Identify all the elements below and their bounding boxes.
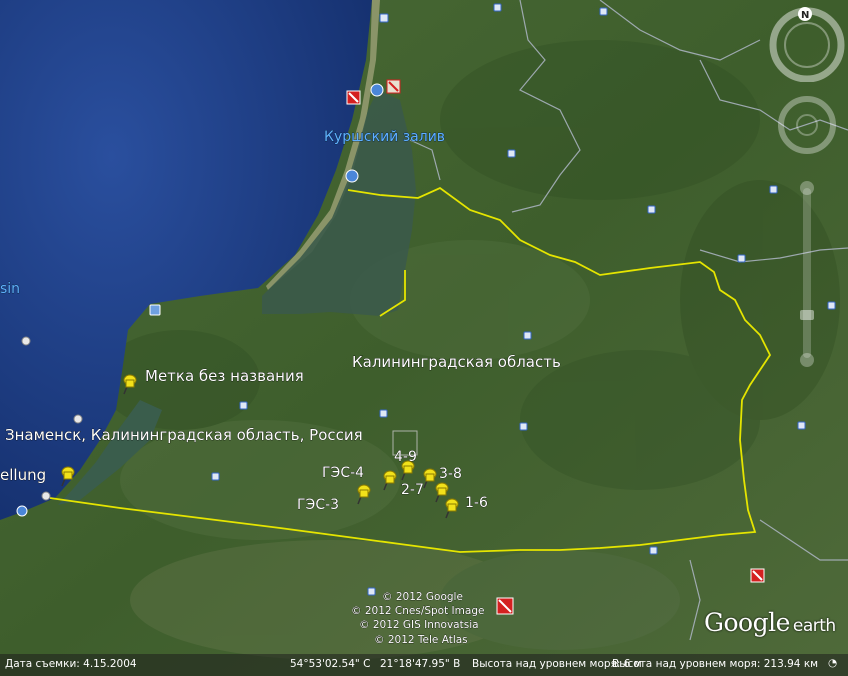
google-earth-logo: Google earth [704, 608, 836, 637]
status-bar: Дата съемки: 4.15.2004 54°53'02.54" С 21… [0, 654, 848, 676]
streaming-icon: ◔ [828, 657, 838, 669]
place-icon [649, 546, 658, 555]
imagery-date: Дата съемки: 4.15.2004 [5, 658, 137, 670]
place-icon [523, 331, 532, 340]
place-icon [239, 401, 248, 410]
place-icon [379, 409, 388, 418]
point-4-9-label: 4-9 [394, 449, 417, 465]
logo-google-text: Google [704, 608, 790, 637]
point-1-6-label: 1-6 [465, 495, 488, 511]
logo-earth-text: earth [792, 616, 836, 636]
zoom-slider[interactable] [796, 180, 818, 370]
point-3-8-label: 3-8 [439, 466, 462, 482]
ges3-label: ГЭС-3 [297, 497, 339, 513]
eye-altitude-readout: Высота над уровнем моря: 213.94 км [612, 658, 819, 670]
port-icon [149, 304, 161, 316]
look-control[interactable] [778, 96, 836, 154]
edge-label-top: sin [0, 281, 20, 297]
place-icon [797, 421, 806, 430]
place-icon [647, 205, 656, 214]
place-icon [379, 13, 389, 23]
copyright-line-2: © 2012 Cnes/Spot Image [351, 605, 484, 617]
copyright-line-4: © 2012 Tele Atlas [374, 634, 468, 646]
place-icon [367, 587, 376, 596]
copyright-line-3: © 2012 GIS Innovatsia [359, 619, 479, 631]
znamensk-label: Знаменск, Калининградская область, Росси… [5, 426, 363, 444]
zoom-handle-icon [800, 310, 814, 320]
longitude-readout: 21°18'47.95" В [380, 658, 461, 670]
satellite-map[interactable]: Куршский залив Калининградская область М… [0, 0, 848, 676]
region-label: Калининградская область [352, 353, 561, 371]
latitude-readout: 54°53'02.54" С [290, 658, 371, 670]
place-icon [493, 3, 502, 12]
lagoon-label: Куршский залив [324, 129, 445, 145]
edge-label-bottom: ellung [0, 466, 46, 484]
compass-control[interactable]: N [768, 4, 846, 82]
place-icon [211, 472, 220, 481]
place-icon [737, 254, 746, 263]
copyright-line-1: © 2012 Google [382, 591, 463, 603]
north-label: N [801, 10, 809, 21]
point-2-7-label: 2-7 [401, 482, 424, 498]
place-icon [599, 7, 608, 16]
place-icon [827, 301, 836, 310]
place-icon [519, 422, 528, 431]
unnamed-mark-label: Метка без названия [145, 367, 304, 385]
ges4-label: ГЭС-4 [322, 465, 364, 481]
place-icon [769, 185, 778, 194]
place-icon [507, 149, 516, 158]
